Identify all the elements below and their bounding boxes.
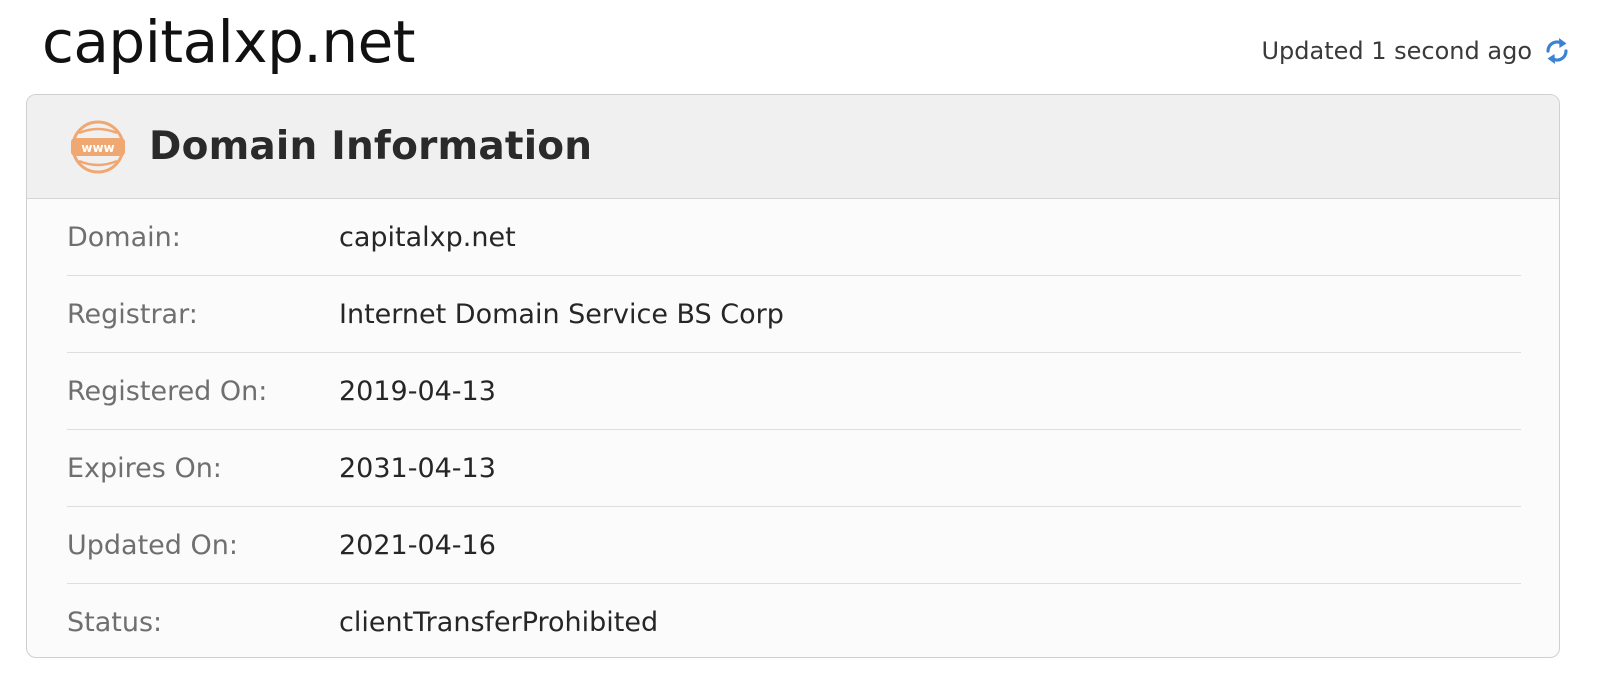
info-row-updated-on: Updated On: 2021-04-16: [67, 507, 1521, 584]
card-title: Domain Information: [149, 124, 593, 169]
row-label: Status:: [67, 607, 163, 638]
row-label: Expires On:: [67, 452, 222, 484]
row-label: Registered On:: [67, 375, 268, 407]
row-value: 2021-04-16: [339, 529, 496, 561]
svg-text:www: www: [81, 141, 114, 155]
refresh-icon[interactable]: [1542, 34, 1572, 68]
page-title: capitalxp.net: [42, 8, 416, 76]
www-icon: www: [69, 120, 127, 174]
card-header: www Domain Information: [27, 95, 1559, 199]
row-label: Domain:: [67, 221, 181, 253]
row-value: capitalxp.net: [339, 221, 516, 253]
row-value: clientTransferProhibited: [339, 607, 659, 638]
update-status: Updated 1 second ago: [1261, 34, 1572, 68]
updated-text: Updated 1 second ago: [1261, 37, 1532, 65]
row-label: Registrar:: [67, 298, 198, 330]
row-value: 2031-04-13: [339, 452, 496, 484]
info-row-status: Status: clientTransferProhibited: [67, 584, 1521, 657]
domain-information-card: www Domain Information Domain: capitalxp…: [26, 94, 1560, 658]
info-row-domain: Domain: capitalxp.net: [67, 199, 1521, 276]
info-row-registrar: Registrar: Internet Domain Service BS Co…: [67, 276, 1521, 353]
info-row-expires-on: Expires On: 2031-04-13: [67, 430, 1521, 507]
row-value: 2019-04-13: [339, 375, 496, 407]
page-header: capitalxp.net Updated 1 second ago: [0, 0, 1612, 92]
row-value: Internet Domain Service BS Corp: [339, 298, 784, 330]
info-row-registered-on: Registered On: 2019-04-13: [67, 353, 1521, 430]
row-label: Updated On:: [67, 529, 238, 561]
domain-info-list: Domain: capitalxp.net Registrar: Interne…: [27, 199, 1559, 657]
